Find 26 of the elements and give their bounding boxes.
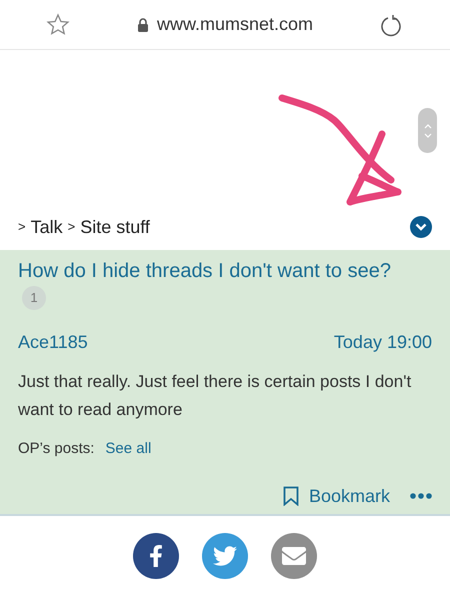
share-button[interactable]: [133, 533, 179, 579]
op-posts-label: OP’s posts:: [18, 439, 94, 459]
envelope-icon: [282, 544, 306, 568]
reply-count: 1: [22, 286, 46, 310]
lock-icon: [136, 18, 149, 32]
expand-button[interactable]: [410, 216, 432, 238]
author-name[interactable]: Ace1185: [18, 329, 88, 356]
post-time: Today 19:00: [334, 331, 432, 354]
chevron-down-icon: [415, 223, 427, 231]
post-body: Just that really. Just feel there is certain posts I don't want to read anymore: [18, 371, 412, 421]
star-icon[interactable]: [46, 12, 70, 36]
url-text[interactable]: www.mumsnet.com: [156, 11, 314, 38]
breadcrumb-separator: >: [18, 218, 26, 236]
more-icon[interactable]: [410, 493, 432, 499]
see-all-link[interactable]: See all: [105, 438, 152, 460]
thread-title[interactable]: How do I hide threads I don't want to see?: [18, 258, 432, 284]
breadcrumb-link[interactable]: Site stuff: [80, 214, 150, 240]
bird-icon: [213, 544, 237, 568]
breadcrumb-link[interactable]: Talk: [30, 214, 63, 240]
chevron-up-icon: [424, 124, 432, 128]
bookmark-button[interactable]: Bookmark: [282, 482, 390, 510]
scroll-handle[interactable]: [418, 108, 437, 153]
breadcrumb-separator: >: [68, 218, 76, 236]
bookmark-icon: [282, 486, 299, 506]
chevron-down-icon: [424, 132, 432, 138]
reload-icon[interactable]: [380, 12, 404, 36]
